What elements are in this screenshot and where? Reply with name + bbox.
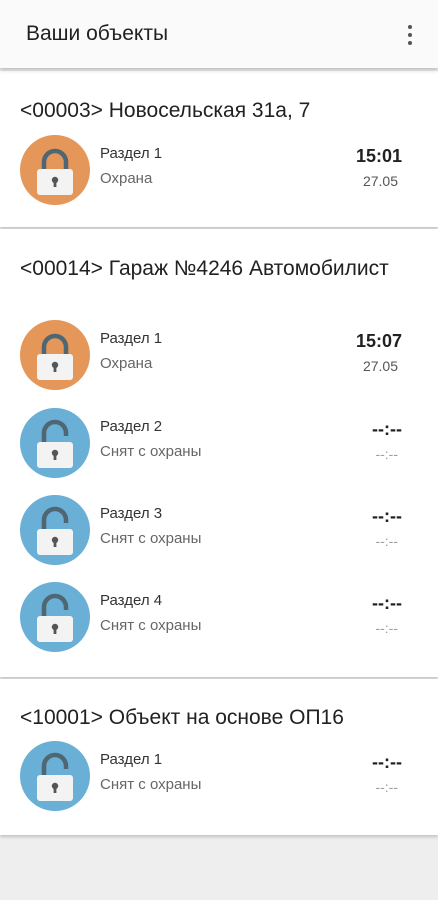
object-card[interactable]: <10001> Объект на основе ОП16 Раздел 1 С… [0,679,438,835]
partition-state: Снят с охраны [100,617,202,634]
partition-time: --:-- [372,419,402,439]
partition-name: Раздел 1 [100,330,163,347]
partition-time: --:-- [372,593,402,613]
lock-open-icon [20,741,90,811]
app-bar: Ваши объекты [0,0,438,68]
object-title: <10001> Объект на основе ОП16 [20,706,344,729]
partition-time: 15:01 [355,146,402,166]
partition-row[interactable]: Раздел 2 Снят с охраны --:-- --:-- [0,408,438,484]
partition-name: Раздел 3 [100,505,163,522]
lock-closed-icon [20,320,90,390]
partition-name: Раздел 1 [100,145,163,162]
partition-row[interactable]: Раздел 1 Охрана 15:01 27.05 [0,135,438,211]
partition-state: Снят с охраны [100,443,202,460]
page-title: Ваши объекты [26,22,169,45]
object-card[interactable]: <00014> Гараж №4246 Автомобилист Раздел … [0,229,438,677]
partition-name: Раздел 2 [100,418,163,435]
partition-row[interactable]: Раздел 3 Снят с охраны --:-- --:-- [0,495,438,571]
more-vert-icon[interactable] [396,18,424,52]
partition-date: --:-- [375,446,398,462]
partition-date: --:-- [375,779,398,795]
object-title: <00003> Новосельская 31а, 7 [20,99,311,122]
partition-date: 27.05 [362,173,398,189]
lock-open-icon [20,582,90,652]
lock-open-icon [20,495,90,565]
partition-date: --:-- [375,620,398,636]
partition-time: 15:07 [355,331,402,351]
partition-row[interactable]: Раздел 1 Снят с охраны --:-- --:-- [0,741,438,817]
lock-closed-icon [20,135,90,205]
partition-state: Охрана [100,170,153,187]
partition-date: 27.05 [362,358,398,374]
partition-time: --:-- [372,506,402,526]
partition-state: Снят с охраны [100,776,202,793]
partition-time: --:-- [372,752,402,772]
partition-name: Раздел 1 [100,751,163,768]
lock-open-icon [20,408,90,478]
partition-state: Снят с охраны [100,530,202,547]
object-title: <00014> Гараж №4246 Автомобилист [20,257,389,280]
partition-date: --:-- [375,533,398,549]
object-card[interactable]: <00003> Новосельская 31а, 7 Раздел 1 Охр… [0,71,438,227]
partition-name: Раздел 4 [100,592,163,609]
partition-row[interactable]: Раздел 4 Снят с охраны --:-- --:-- [0,582,438,658]
partition-row[interactable]: Раздел 1 Охрана 15:07 27.05 [0,320,438,396]
partition-state: Охрана [100,355,153,372]
